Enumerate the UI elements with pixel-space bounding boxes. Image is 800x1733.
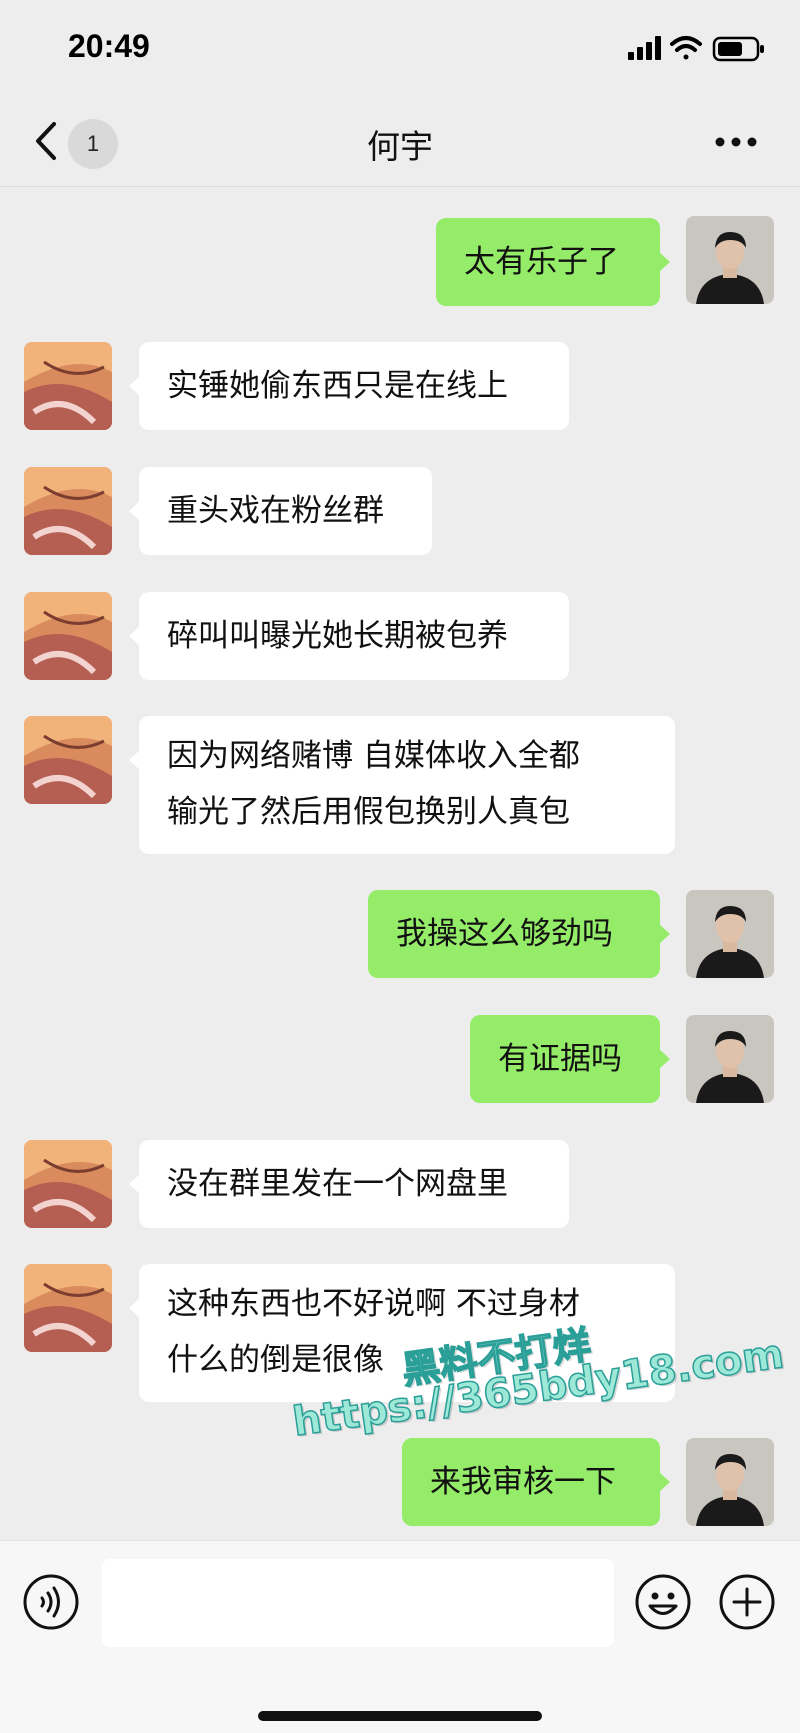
battery-icon <box>712 36 764 62</box>
emoji-icon[interactable] <box>634 1573 692 1631</box>
anime-avatar-icon <box>24 592 112 680</box>
contact-avatar[interactable] <box>24 1264 112 1352</box>
my-avatar[interactable] <box>686 216 774 304</box>
message-bubble-incoming[interactable]: 因为网络赌博 自媒体收入全都 输光了然后用假包换别人真包 <box>129 716 675 854</box>
message-bubble-outgoing[interactable]: 我操这么够劲吗 <box>368 890 670 978</box>
my-avatar[interactable] <box>686 890 774 978</box>
person-avatar-icon <box>686 1015 774 1103</box>
status-icons <box>628 36 764 62</box>
message-bubble-incoming[interactable]: 实锤她偷东西只是在线上 <box>129 342 569 430</box>
contact-avatar[interactable] <box>24 467 112 555</box>
status-bar: 20:49 <box>0 0 800 96</box>
cellular-signal-icon <box>628 36 661 60</box>
person-avatar-icon <box>686 890 774 978</box>
message-bubble-outgoing[interactable]: 太有乐子了 <box>436 218 670 306</box>
anime-avatar-icon <box>24 467 112 555</box>
home-indicator[interactable] <box>258 1711 542 1721</box>
message-input[interactable] <box>102 1559 614 1647</box>
contact-avatar[interactable] <box>24 342 112 430</box>
message-bubble-outgoing[interactable]: 来我审核一下 <box>402 1438 670 1526</box>
input-bar <box>0 1540 800 1733</box>
contact-avatar[interactable] <box>24 592 112 680</box>
anime-avatar-icon <box>24 342 112 430</box>
message-bubble-incoming[interactable]: 重头戏在粉丝群 <box>129 467 432 555</box>
chat-header: 1 何宇 <box>0 96 800 187</box>
wifi-icon <box>670 36 702 60</box>
anime-avatar-icon <box>24 1264 112 1352</box>
anime-avatar-icon <box>24 716 112 804</box>
contact-avatar[interactable] <box>24 1140 112 1228</box>
more-icon[interactable] <box>714 136 758 148</box>
voice-input-icon[interactable] <box>22 1573 80 1631</box>
anime-avatar-icon <box>24 1140 112 1228</box>
plus-icon[interactable] <box>718 1573 776 1631</box>
chat-title: 何宇 <box>367 127 433 166</box>
my-avatar[interactable] <box>686 1438 774 1526</box>
person-avatar-icon <box>686 216 774 304</box>
message-bubble-incoming[interactable]: 没在群里发在一个网盘里 <box>129 1140 569 1228</box>
message-bubble-outgoing[interactable]: 有证据吗 <box>470 1015 670 1103</box>
my-avatar[interactable] <box>686 1015 774 1103</box>
status-time: 20:49 <box>68 28 150 64</box>
contact-avatar[interactable] <box>24 716 112 804</box>
person-avatar-icon <box>686 1438 774 1526</box>
message-bubble-incoming[interactable]: 碎叫叫曝光她长期被包养 <box>129 592 569 680</box>
